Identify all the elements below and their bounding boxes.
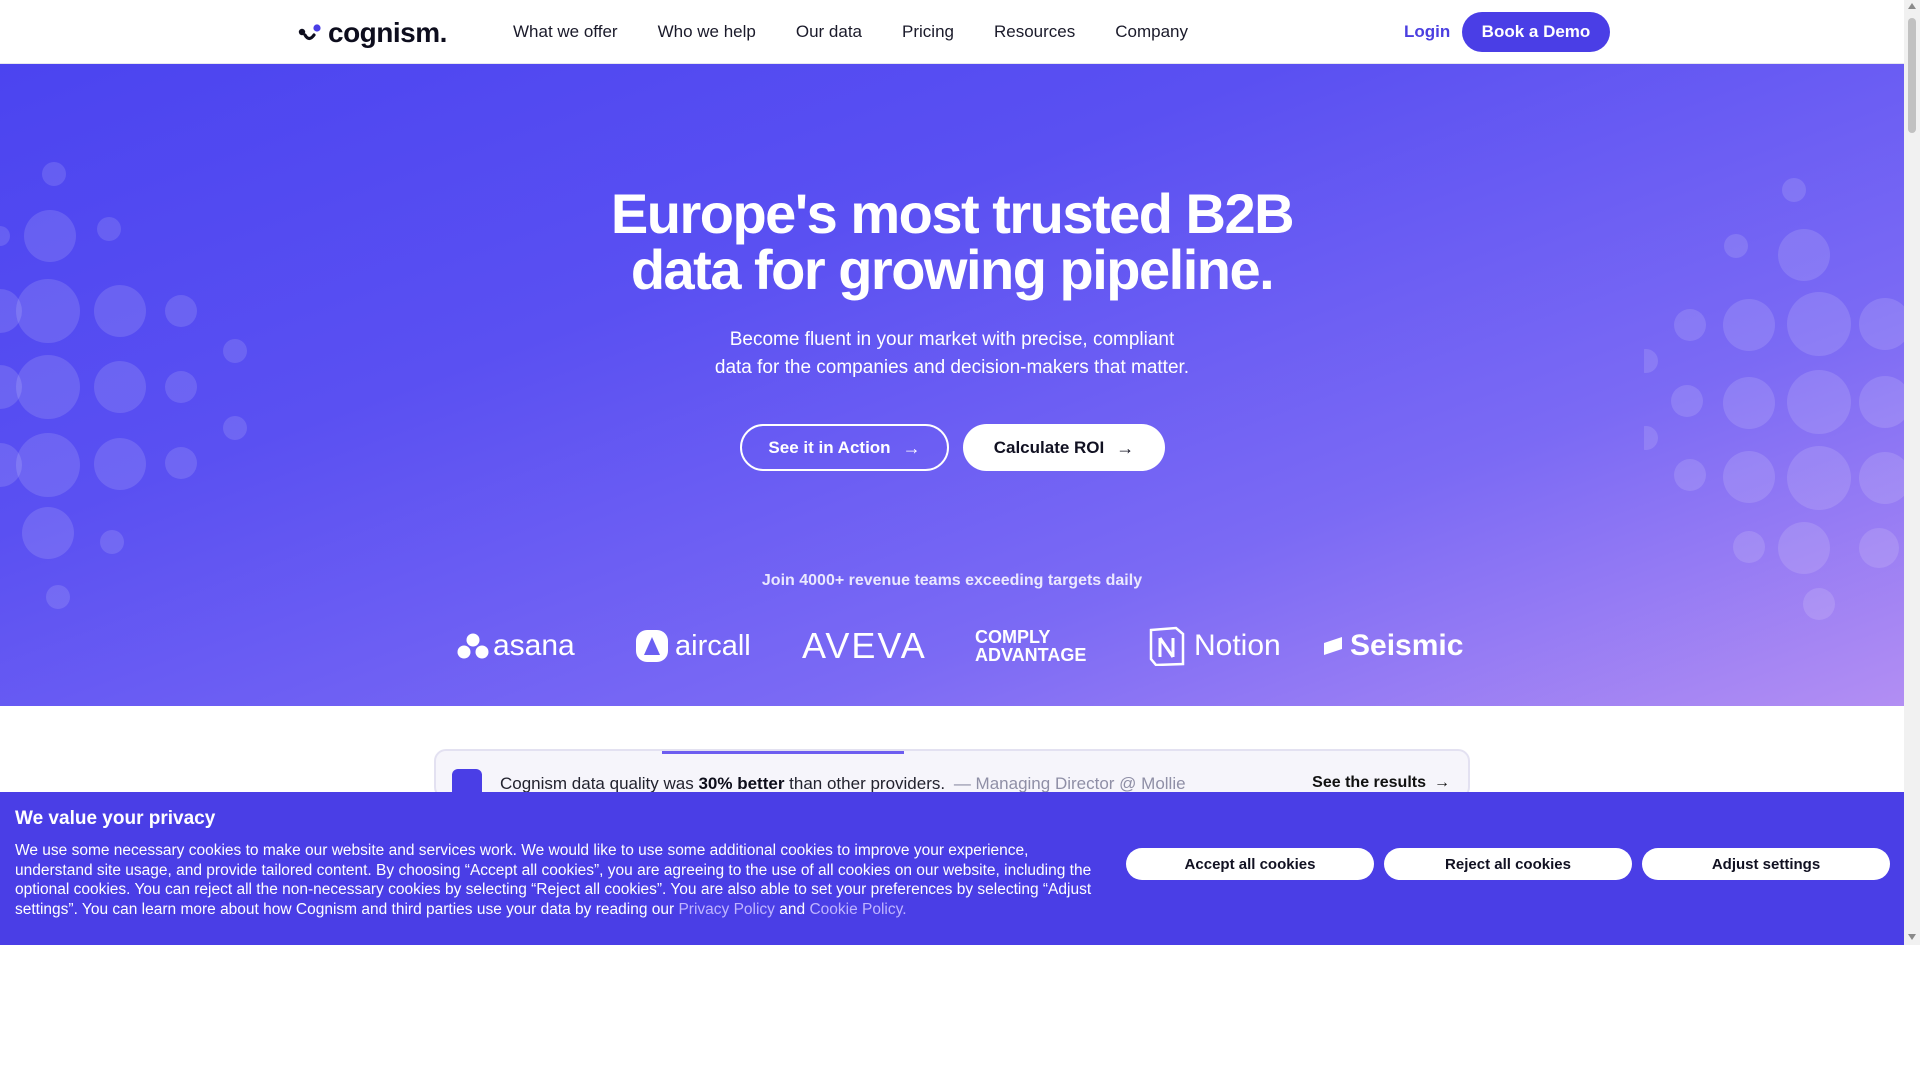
hero-title-line-1: Europe's most trusted B2B — [610, 182, 1295, 245]
see-the-results-link[interactable]: See the results → — [1312, 774, 1450, 792]
asana-wordmark: asana — [493, 629, 575, 662]
logo-text: cognism. — [328, 17, 447, 48]
comply-advantage-logo: COMPLY ADVANTAGE — [975, 616, 1107, 676]
asana-icon — [457, 633, 489, 659]
arrow-right-icon: → — [1434, 774, 1450, 791]
privacy-policy-link[interactable]: Privacy Policy — [678, 901, 774, 918]
seismic-logo: Seismic — [1322, 616, 1463, 676]
seismic-icon — [1324, 637, 1342, 655]
nav-our-data[interactable]: Our data — [796, 22, 862, 42]
asana-logo: asana — [457, 616, 575, 676]
notion-wordmark: Notion — [1194, 629, 1281, 662]
social-proof-text: Join 4000+ revenue teams exceeding targe… — [761, 572, 1143, 589]
comply-advantage-wordmark: COMPLY ADVANTAGE — [975, 627, 1087, 665]
cookie-banner: We value your privacy We use some necess… — [0, 792, 1904, 945]
hero-subtitle: Become fluent in your market with precis… — [652, 326, 1252, 382]
hero-subtitle-line-1: Become fluent in your market with precis… — [729, 329, 1175, 350]
cookie-banner-body: We use some necessary cookies to make ou… — [15, 841, 1095, 919]
scrollbar-thumb[interactable] — [1908, 18, 1916, 133]
book-demo-button[interactable]: Book a Demo — [1462, 12, 1610, 52]
nav-pricing[interactable]: Pricing — [902, 22, 954, 42]
scroll-up-icon[interactable] — [1908, 3, 1916, 9]
testimonial-text-after: than other providers. — [789, 774, 946, 793]
testimonial-text: Cognism data quality was 30% better than… — [500, 774, 1186, 794]
customer-logos: asana aircall AVEVA COMPLY ADVANTAGE Not… — [452, 616, 1463, 676]
seismic-wordmark: Seismic — [1350, 629, 1464, 662]
aircall-icon — [636, 630, 668, 662]
cookie-policy-link[interactable]: Cookie Policy. — [809, 901, 906, 918]
vertical-scrollbar[interactable] — [1904, 0, 1920, 945]
aircall-logo: aircall — [635, 616, 751, 676]
aveva-wordmark: AVEVA — [802, 625, 927, 666]
accept-all-cookies-button[interactable]: Accept all cookies — [1126, 848, 1374, 880]
hero-subtitle-line-2: data for the companies and decision-make… — [714, 357, 1190, 378]
scroll-down-icon[interactable] — [1908, 934, 1916, 940]
notion-logo: Notion — [1148, 616, 1281, 676]
reject-all-cookies-button[interactable]: Reject all cookies — [1384, 848, 1632, 880]
see-the-results-label: See the results — [1312, 774, 1426, 791]
decorative-dots-left — [0, 162, 247, 609]
see-it-in-action-label: See it in Action — [768, 437, 891, 457]
hero-title: Europe's most trusted B2B data for growi… — [552, 186, 1352, 298]
see-it-in-action-button[interactable]: See it in Action → — [740, 424, 949, 471]
nav-what-we-offer[interactable]: What we offer — [513, 22, 618, 42]
nav-company[interactable]: Company — [1115, 22, 1188, 42]
arrow-right-icon: → — [902, 437, 921, 458]
testimonial-highlight: 30% better — [698, 774, 785, 793]
aveva-logo: AVEVA — [802, 616, 927, 676]
calculate-roi-button[interactable]: Calculate ROI → — [963, 424, 1165, 471]
hero-title-line-2: data for growing pipeline. — [630, 238, 1275, 301]
nav-resources[interactable]: Resources — [994, 22, 1075, 42]
notion-icon — [1149, 626, 1185, 666]
cognism-logo[interactable]: cognism. — [298, 17, 447, 49]
cookie-banner-text: We use some necessary cookies to make ou… — [15, 842, 1092, 918]
adjust-settings-button[interactable]: Adjust settings — [1642, 848, 1890, 880]
login-link[interactable]: Login — [1404, 22, 1450, 42]
main-nav: What we offer Who we help Our data Prici… — [513, 0, 1228, 64]
decorative-dots-right — [1644, 178, 1904, 620]
nav-who-we-help[interactable]: Who we help — [658, 22, 756, 42]
testimonial-text-before: Cognism data quality was — [500, 774, 694, 793]
site-header: cognism. What we offer Who we help Our d… — [0, 0, 1904, 64]
aircall-wordmark: aircall — [675, 629, 751, 662]
cookie-banner-title: We value your privacy — [15, 808, 216, 829]
testimonial-progress-bar — [662, 751, 904, 754]
calculate-roi-label: Calculate ROI — [993, 437, 1105, 457]
testimonial-author: — Managing Director @ Mollie — [953, 774, 1186, 793]
hero-section: Europe's most trusted B2B data for growi… — [0, 64, 1904, 706]
logo-mark-icon — [298, 24, 321, 41]
cookie-banner-and: and — [779, 900, 806, 918]
arrow-right-icon: → — [1116, 437, 1135, 458]
